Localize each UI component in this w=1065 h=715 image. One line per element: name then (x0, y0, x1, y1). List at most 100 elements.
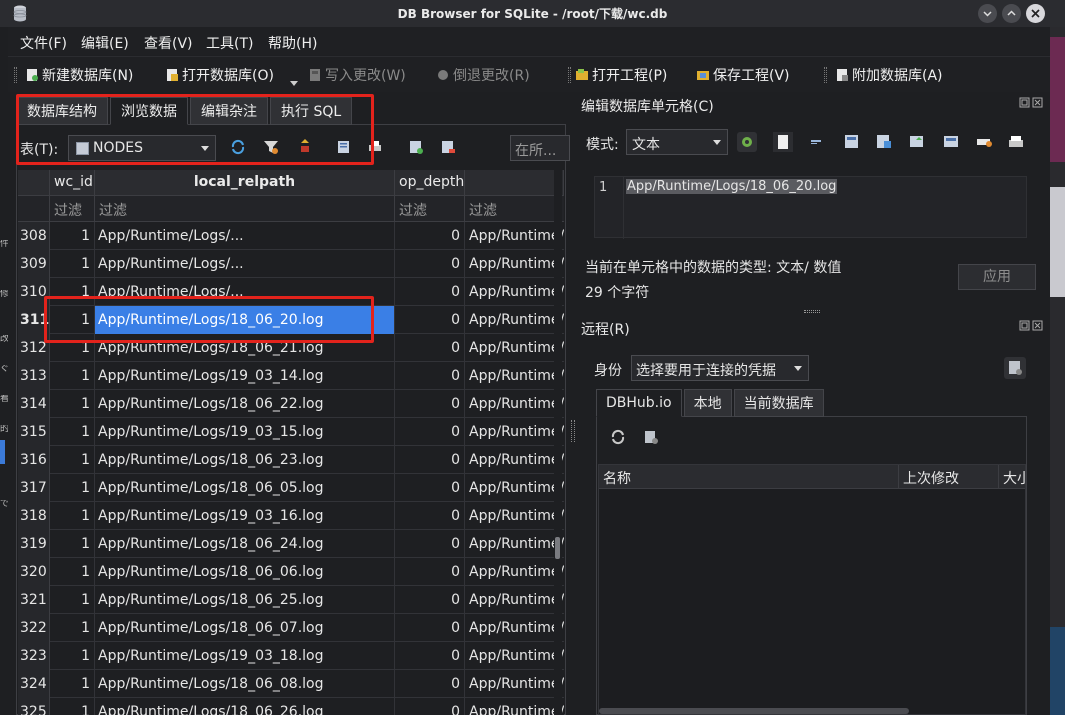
toolbar-grip[interactable] (14, 67, 17, 83)
remote-list-scrollbar[interactable] (599, 708, 909, 714)
cell-wc-id[interactable]: 1 (50, 390, 95, 418)
cell-next-column[interactable]: App/Runtime/ (465, 614, 564, 642)
cell-next-column[interactable]: App/Runtime/ (465, 362, 564, 390)
cell-wc-id[interactable]: 1 (50, 306, 95, 334)
table-row[interactable]: 315 1 App/Runtime/Logs/19_03_15.log 0 App/Ru… (18, 418, 564, 446)
cell-local-relpath[interactable]: App/Runtime/Logs/... (95, 222, 395, 250)
row-number[interactable]: 324 (18, 670, 50, 698)
sort-icon[interactable] (297, 139, 313, 155)
cell-next-column[interactable]: App/Runtime/ (465, 418, 564, 446)
cell-next-column[interactable]: App/Runtime/ (465, 558, 564, 586)
cell-op-depth[interactable]: 0 (395, 278, 465, 306)
cell-next-column[interactable]: App/Runtime/ (465, 530, 564, 558)
write-changes-button[interactable]: 写入更改(W) (308, 65, 406, 85)
table-row[interactable]: 310 1 App/Runtime/Logs/... 0 App/Runtime/ (18, 278, 564, 306)
table-row[interactable]: 323 1 App/Runtime/Logs/19_03_18.log 0 App/Ru… (18, 642, 564, 670)
table-row[interactable]: 325 1 App/Runtime/Logs/18_06_26.log 0 App/Ru… (18, 698, 564, 715)
column-header-name[interactable]: 名称 (599, 465, 899, 489)
menu-edit[interactable]: 编辑(E) (81, 33, 129, 53)
cell-editor[interactable]: 1 App/Runtime/Logs/18_06_20.log (594, 176, 1027, 239)
row-number[interactable]: 319 (18, 530, 50, 558)
cell-local-relpath[interactable]: App/Runtime/Logs/19_03_14.log (95, 362, 395, 390)
row-number[interactable]: 312 (18, 334, 50, 362)
cell-next-column[interactable]: App/Runtime/ (465, 222, 564, 250)
table-row[interactable]: 308 1 App/Runtime/Logs/... 0 App/Runtime/ (18, 222, 564, 250)
cell-wc-id[interactable]: 1 (50, 278, 95, 306)
cell-wc-id[interactable]: 1 (50, 474, 95, 502)
cell-op-depth[interactable]: 0 (395, 642, 465, 670)
cell-wc-id[interactable]: 1 (50, 698, 95, 715)
cell-local-relpath[interactable]: App/Runtime/Logs/18_06_21.log (95, 334, 395, 362)
refresh-icon[interactable] (610, 429, 626, 445)
column-header-op-depth[interactable]: op_depth (395, 170, 465, 196)
table-row[interactable]: 312 1 App/Runtime/Logs/18_06_21.log 0 App/Ru… (18, 334, 564, 362)
open-project-button[interactable]: 打开工程(P) (575, 65, 667, 85)
cell-op-depth[interactable]: 0 (395, 418, 465, 446)
cell-next-column[interactable]: App/Runtime/ (465, 670, 564, 698)
cell-op-depth[interactable]: 0 (395, 250, 465, 278)
filter-input-wc-id[interactable]: 过滤 (50, 196, 95, 221)
chevron-down-icon[interactable] (290, 81, 298, 86)
print-icon[interactable] (367, 139, 383, 155)
cell-local-relpath[interactable]: App/Runtime/Logs/18_06_20.log (95, 306, 395, 334)
cell-next-column[interactable]: App/Runtime/ (465, 334, 564, 362)
cell-wc-id[interactable]: 1 (50, 670, 95, 698)
set-null-icon[interactable] (907, 132, 927, 152)
menu-file[interactable]: 文件(F) (20, 33, 67, 53)
row-number[interactable]: 315 (18, 418, 50, 446)
row-number[interactable]: 316 (18, 446, 50, 474)
grid-vertical-scrollbar[interactable] (554, 170, 562, 715)
print-icon[interactable] (1006, 132, 1026, 152)
cell-local-relpath[interactable]: App/Runtime/Logs/18_06_06.log (95, 558, 395, 586)
row-number[interactable]: 317 (18, 474, 50, 502)
cell-wc-id[interactable]: 1 (50, 586, 95, 614)
view-icon[interactable] (941, 132, 961, 152)
tab-browse-data[interactable]: 浏览数据 (110, 97, 188, 125)
table-row[interactable]: 313 1 App/Runtime/Logs/19_03_14.log 0 App/Ru… (18, 362, 564, 390)
cell-next-column[interactable]: App/Runtime/ (465, 698, 564, 715)
cell-wc-id[interactable]: 1 (50, 334, 95, 362)
scrollbar-thumb[interactable] (555, 537, 560, 559)
toolbar-grip[interactable] (568, 67, 571, 83)
cell-next-column[interactable]: App/Runtime/ (465, 446, 564, 474)
float-icon[interactable] (1019, 97, 1030, 108)
menu-view[interactable]: 查看(V) (144, 33, 193, 53)
cell-op-depth[interactable]: 0 (395, 586, 465, 614)
new-database-button[interactable]: 新建数据库(N) (25, 65, 133, 85)
open-database-button[interactable]: 打开数据库(O) (165, 65, 274, 85)
row-number[interactable]: 310 (18, 278, 50, 306)
table-row[interactable]: 314 1 App/Runtime/Logs/18_06_22.log 0 App/Ru… (18, 390, 564, 418)
auto-switch-mode-icon[interactable] (737, 132, 757, 152)
column-header-size[interactable]: 大小 (999, 465, 1025, 489)
table-row[interactable]: 321 1 App/Runtime/Logs/18_06_25.log 0 App/Ru… (18, 586, 564, 614)
cell-local-relpath[interactable]: App/Runtime/Logs/18_06_24.log (95, 530, 395, 558)
table-row[interactable]: 324 1 App/Runtime/Logs/18_06_08.log 0 App/Ru… (18, 670, 564, 698)
cell-op-depth[interactable]: 0 (395, 334, 465, 362)
float-icon[interactable] (1019, 320, 1030, 331)
delete-record-icon[interactable] (440, 139, 456, 155)
cell-op-depth[interactable]: 0 (395, 614, 465, 642)
row-number[interactable]: 320 (18, 558, 50, 586)
apply-button[interactable]: 应用 (958, 264, 1036, 290)
cell-local-relpath[interactable]: App/Runtime/Logs/18_06_05.log (95, 474, 395, 502)
table-row[interactable]: 317 1 App/Runtime/Logs/18_06_05.log 0 App/Ru… (18, 474, 564, 502)
word-wrap-icon[interactable] (807, 132, 827, 152)
cell-wc-id[interactable]: 1 (50, 446, 95, 474)
cell-local-relpath[interactable]: App/Runtime/Logs/18_06_07.log (95, 614, 395, 642)
clear-icon[interactable] (974, 132, 994, 152)
cell-local-relpath[interactable]: App/Runtime/Logs/18_06_23.log (95, 446, 395, 474)
close-dock-icon[interactable] (1032, 320, 1043, 331)
revert-changes-button[interactable]: 倒退更改(R) (436, 65, 530, 85)
filter-input-next[interactable]: 过滤 (465, 196, 564, 221)
cell-wc-id[interactable]: 1 (50, 362, 95, 390)
table-select[interactable]: NODES (68, 135, 216, 161)
tab-current-database[interactable]: 当前数据库 (733, 389, 824, 417)
row-number[interactable]: 314 (18, 390, 50, 418)
import-icon[interactable] (842, 132, 862, 152)
row-number[interactable]: 311 (18, 306, 50, 334)
cell-local-relpath[interactable]: App/Runtime/Logs/18_06_08.log (95, 670, 395, 698)
tab-database-structure[interactable]: 数据库结构 (16, 97, 108, 125)
table-row[interactable]: 322 1 App/Runtime/Logs/18_06_07.log 0 App/Ru… (18, 614, 564, 642)
clear-filter-icon[interactable] (263, 139, 279, 155)
close-dock-icon[interactable] (1032, 97, 1043, 108)
